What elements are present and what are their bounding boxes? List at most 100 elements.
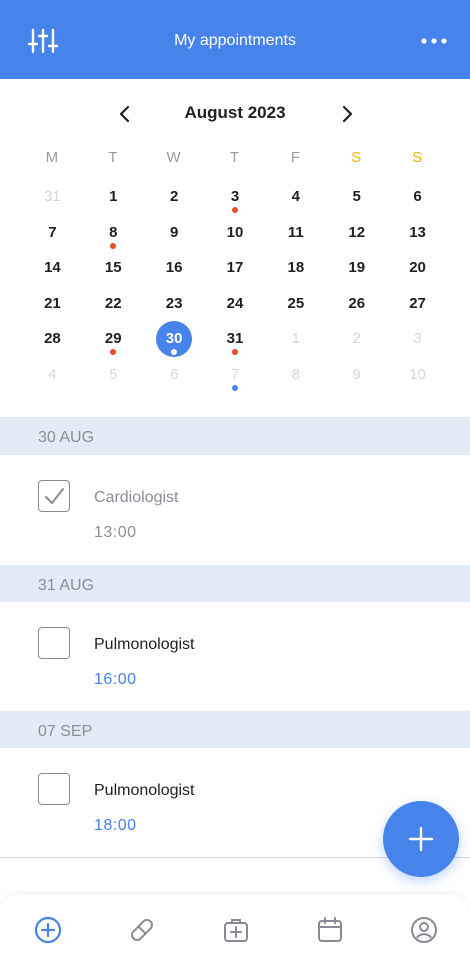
calendar-day-selected[interactable]: 30 <box>144 321 205 362</box>
calendar-day[interactable]: 26 <box>326 291 387 327</box>
calendar-day[interactable]: 19 <box>326 255 387 291</box>
day-number: 11 <box>287 223 304 241</box>
pill-icon[interactable] <box>127 915 157 945</box>
top-app-bar: My appointments <box>0 0 470 79</box>
checkmark-icon <box>45 488 64 504</box>
medical-kit-icon[interactable] <box>221 915 251 945</box>
calendar-day[interactable]: 5 <box>83 362 144 398</box>
calendar-day[interactable]: 27 <box>387 291 448 327</box>
day-number: 14 <box>44 259 61 277</box>
add-appointment-button[interactable] <box>383 801 459 877</box>
weekday-label: W <box>166 149 182 166</box>
calendar-day[interactable]: 28 <box>22 326 83 362</box>
calendar-day[interactable]: 17 <box>205 255 266 291</box>
calendar-day[interactable]: 21 <box>22 291 83 327</box>
calendar-day[interactable]: 29 <box>83 326 144 362</box>
day-number: 13 <box>409 223 426 241</box>
day-number: 17 <box>226 259 244 277</box>
day-number: 12 <box>348 223 366 241</box>
calendar-icon[interactable] <box>315 915 345 945</box>
weekday-label: T <box>108 149 119 166</box>
calendar-day[interactable]: 25 <box>265 291 326 327</box>
calendar-day[interactable]: 8 <box>83 220 144 256</box>
calendar-day[interactable]: 10 <box>387 362 448 398</box>
calendar-day[interactable]: 31 <box>22 184 83 220</box>
calendar-day[interactable]: 2 <box>326 326 387 362</box>
day-number: 9 <box>352 365 361 383</box>
day-number: 10 <box>226 223 244 241</box>
calendar-day[interactable]: 7 <box>22 220 83 256</box>
appointment-checkbox[interactable] <box>38 627 70 659</box>
day-number: 27 <box>409 294 426 312</box>
calendar-day[interactable]: 24 <box>205 291 266 327</box>
day-number: 18 <box>287 259 305 277</box>
date-section-header: 31 AUG <box>0 565 470 603</box>
appointment-marker <box>171 349 178 356</box>
day-number: 2 <box>169 188 179 205</box>
calendar-day[interactable]: 16 <box>144 255 205 291</box>
day-number: 1 <box>291 330 301 348</box>
day-number: 3 <box>413 330 422 348</box>
calendar-day[interactable]: 4 <box>22 362 83 398</box>
appointment-time: 13:00 <box>94 524 137 541</box>
calendar-day[interactable]: 3 <box>205 184 266 220</box>
day-number: 26 <box>348 294 366 312</box>
calendar-day[interactable]: 13 <box>387 220 448 256</box>
weekday-label: M <box>45 149 60 166</box>
appointment-marker <box>231 349 238 356</box>
chevron-right-icon[interactable] <box>334 101 360 127</box>
appointment-marker <box>110 242 117 249</box>
calendar-day[interactable]: 18 <box>265 255 326 291</box>
day-number: 16 <box>165 259 183 277</box>
day-number: 24 <box>226 294 244 312</box>
appointment-item[interactable]: Pulmonologist 16:00 <box>0 602 470 711</box>
calendar-day[interactable]: 1 <box>83 184 144 220</box>
day-number: 6 <box>169 365 179 383</box>
date-section-header: 30 AUG <box>0 417 470 455</box>
calendar-day[interactable]: 11 <box>265 220 326 256</box>
calendar-day[interactable]: 22 <box>83 291 144 327</box>
day-number: 28 <box>44 330 61 348</box>
day-number: 7 <box>230 365 240 383</box>
appointment-marker <box>110 349 117 356</box>
calendar-day[interactable]: 12 <box>326 220 387 256</box>
calendar-day[interactable]: 6 <box>144 362 205 398</box>
calendar-day[interactable]: 15 <box>83 255 144 291</box>
day-number: 31 <box>226 330 244 348</box>
day-number: 23 <box>165 294 183 312</box>
plus-circle-icon[interactable] <box>33 915 63 945</box>
day-number: 3 <box>230 188 240 205</box>
calendar-day[interactable]: 8 <box>265 362 326 398</box>
day-number: 30 <box>165 330 183 348</box>
appointment-checkbox[interactable] <box>38 480 70 512</box>
calendar-day[interactable]: 9 <box>326 362 387 398</box>
calendar-day[interactable]: 31 <box>205 326 266 362</box>
calendar-day[interactable]: 5 <box>326 184 387 220</box>
calendar-day[interactable]: 6 <box>387 184 448 220</box>
day-number: 29 <box>104 330 122 348</box>
calendar-day[interactable]: 2 <box>144 184 205 220</box>
weekday-label: F <box>290 149 301 166</box>
appointment-name: Pulmonologist <box>94 782 195 799</box>
profile-icon[interactable] <box>409 915 439 945</box>
calendar-day[interactable]: 20 <box>387 255 448 291</box>
calendar-day[interactable]: 10 <box>205 220 266 256</box>
day-number: 21 <box>44 294 61 312</box>
calendar-day[interactable]: 9 <box>144 220 205 256</box>
appointment-checkbox[interactable] <box>38 773 70 805</box>
day-number: 4 <box>48 365 57 383</box>
calendar-day[interactable]: 3 <box>387 326 448 362</box>
appointment-item[interactable]: Cardiologist 13:00 <box>0 455 470 564</box>
calendar-day[interactable]: 14 <box>22 255 83 291</box>
plus-icon <box>408 826 434 852</box>
calendar-day[interactable]: 4 <box>265 184 326 220</box>
weekday-label: S <box>412 149 424 166</box>
appointment-marker <box>231 207 238 213</box>
calendar-day[interactable]: 1 <box>265 326 326 362</box>
more-horizontal-icon[interactable] <box>420 30 448 52</box>
appointment-name: Cardiologist <box>94 489 179 506</box>
day-number: 2 <box>352 330 361 348</box>
month-label: August 2023 <box>184 103 286 122</box>
calendar-day[interactable]: 7 <box>205 362 266 398</box>
appointment-time: 18:00 <box>94 817 137 834</box>
